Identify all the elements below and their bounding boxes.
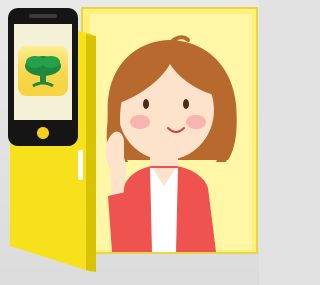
illustration-canvas [0, 0, 259, 285]
door-handle [78, 150, 83, 180]
left-eye [143, 99, 149, 109]
tree-canopy-left [26, 56, 44, 68]
tree-canopy-right [42, 56, 60, 68]
illustration [8, 7, 258, 272]
tree-app-icon [18, 46, 68, 96]
smartphone-icon [8, 8, 78, 146]
door-edge [86, 34, 96, 272]
right-eye [183, 99, 189, 109]
phone-home-button [37, 127, 49, 139]
phone-speaker [29, 14, 57, 18]
right-cheek [186, 115, 206, 129]
left-cheek [130, 115, 150, 129]
